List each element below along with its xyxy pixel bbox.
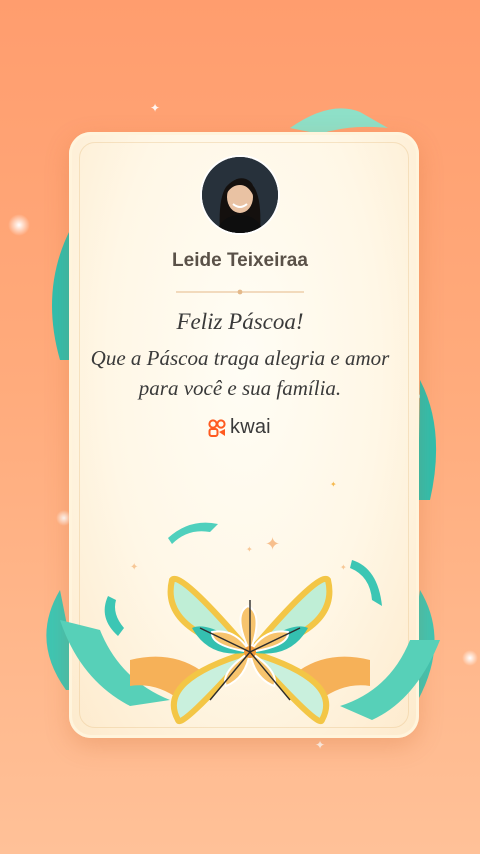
kwai-brand[interactable]: kwai	[207, 416, 271, 439]
sparkle-icon: ✦	[330, 480, 337, 489]
greeting-message: Que a Páscoa traga alegria e amor para v…	[90, 346, 390, 400]
avatar[interactable]	[202, 157, 278, 233]
easter-flower-decoration	[60, 522, 440, 725]
author-name: Leide Teixeiraa	[172, 250, 308, 271]
profile-photo	[202, 157, 278, 233]
kwai-logo-icon	[208, 418, 226, 437]
greeting-title: Feliz Páscoa!	[176, 309, 304, 334]
brand-name: kwai	[230, 416, 271, 438]
divider	[176, 289, 304, 295]
